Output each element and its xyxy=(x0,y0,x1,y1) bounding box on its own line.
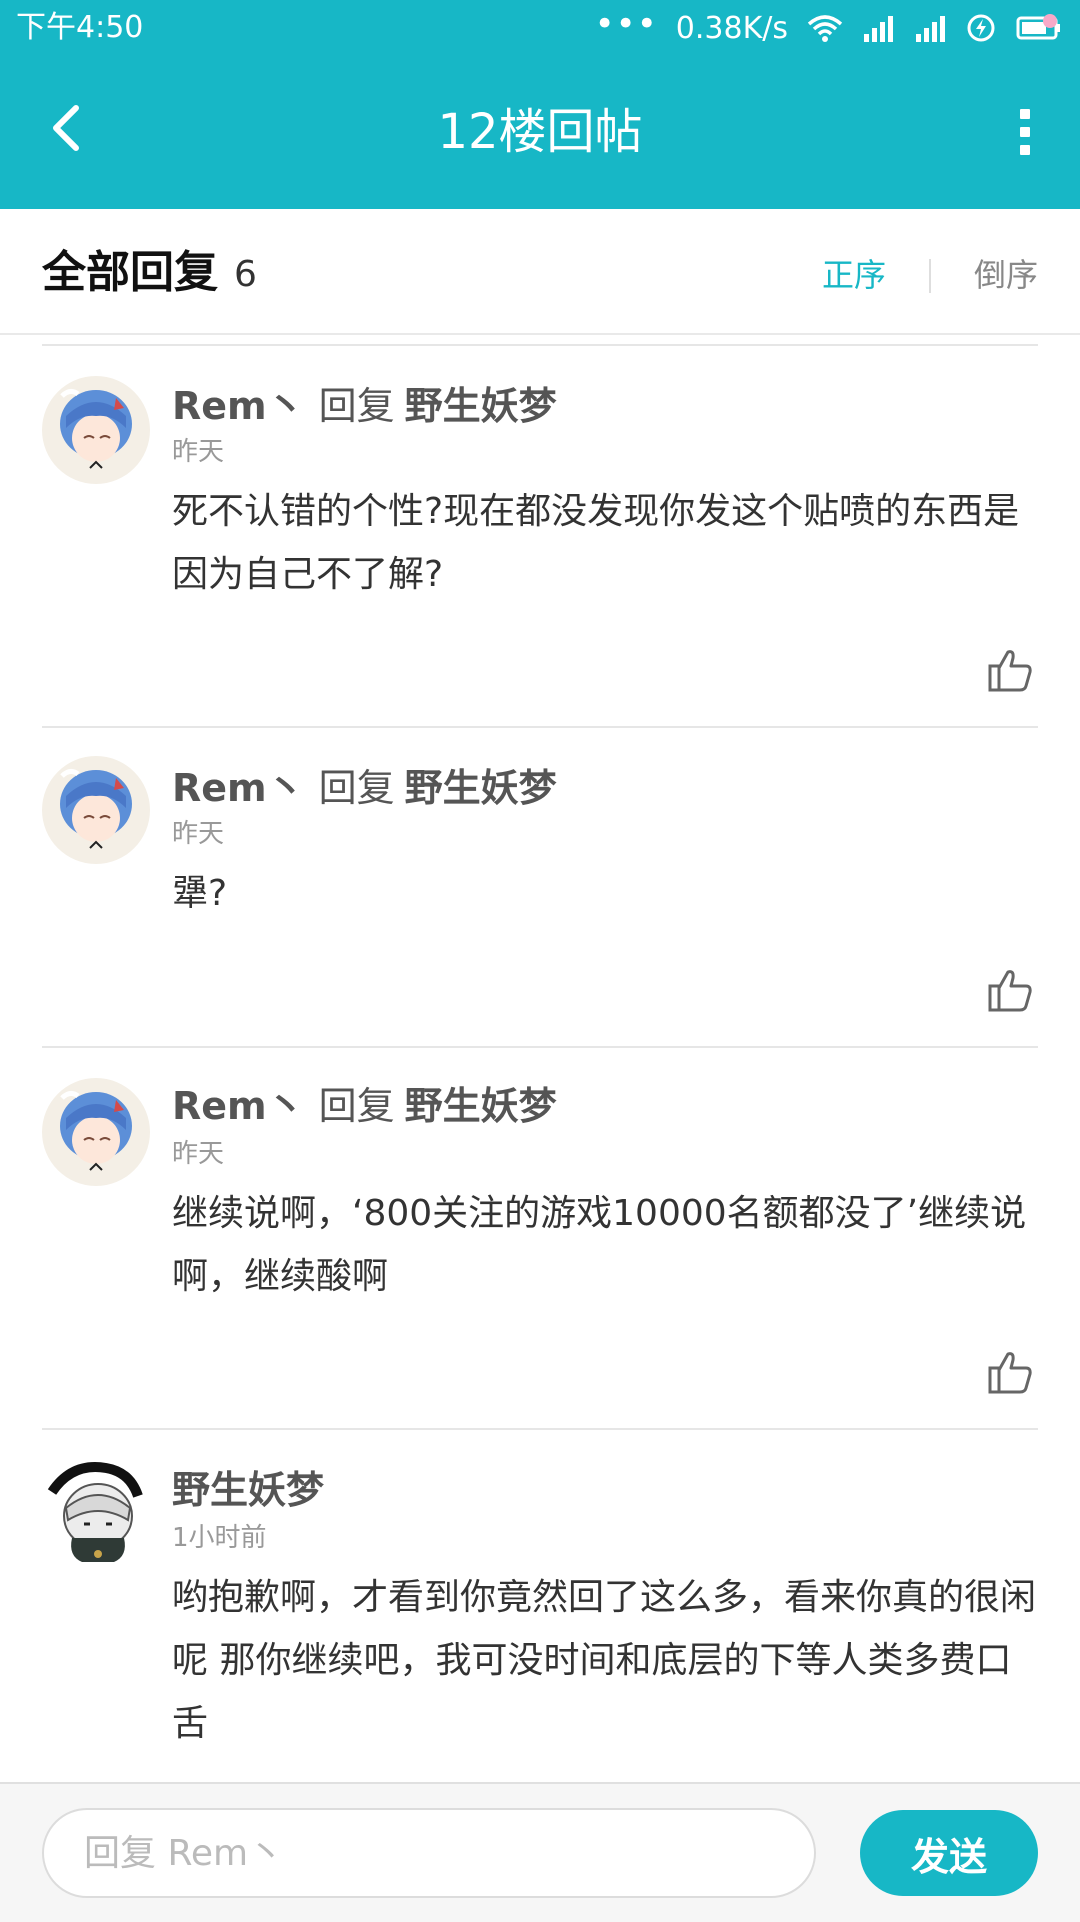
page-title: 12楼回帖 xyxy=(437,104,643,160)
reply-input[interactable] xyxy=(42,1808,816,1898)
status-bar: 下午4:50 ••• 0.38K/s xyxy=(0,0,1080,56)
reply-text: 哟抱歉啊，才看到你竟然回了这么多，看来你真的很闲呢 那你继续吧，我可没时间和底层… xyxy=(172,1577,1037,1744)
reply-time: 昨天 xyxy=(172,1139,225,1169)
reply-word: 回复 xyxy=(318,384,395,428)
author-name[interactable]: 野生妖梦 xyxy=(172,1468,324,1512)
thumbs-up-icon xyxy=(988,970,1032,1012)
reply-time: 1小时前 xyxy=(172,1523,267,1553)
reply-text: 犟? xyxy=(172,873,228,914)
reply-word: 回复 xyxy=(318,766,395,810)
sort-divider xyxy=(929,259,931,293)
like-button[interactable] xyxy=(986,646,1034,694)
divider xyxy=(42,1428,1038,1430)
avatar[interactable] xyxy=(42,1078,150,1186)
reply-time: 昨天 xyxy=(172,819,225,849)
reply-header: Rem丶 回复 野生妖梦 xyxy=(172,1080,557,1132)
reply-header: 野生妖梦 xyxy=(172,1464,324,1516)
reply-target-name[interactable]: 野生妖梦 xyxy=(405,384,557,428)
status-time: 下午4:50 xyxy=(16,10,144,45)
author-name[interactable]: Rem丶 xyxy=(172,1084,305,1128)
replies-header: 全部回复 6 正序 倒序 xyxy=(0,209,1080,335)
sort-ascending-tab[interactable]: 正序 xyxy=(822,251,886,299)
reply-header: Rem丶 回复 野生妖梦 xyxy=(172,762,557,814)
reply-word: 回复 xyxy=(318,1084,395,1128)
reply-header: Rem丶 回复 野生妖梦 xyxy=(172,380,557,432)
avatar[interactable] xyxy=(42,756,150,864)
reply-composer: 发送 xyxy=(0,1782,1080,1922)
charging-icon xyxy=(966,13,996,43)
divider xyxy=(42,344,1038,346)
reply-text: 死不认错的个性?现在都没发现你发这个贴喷的东西是因为自己不了解? xyxy=(172,491,1020,595)
more-vertical-icon xyxy=(1020,109,1030,119)
wifi-icon xyxy=(806,13,844,43)
battery-icon xyxy=(1014,13,1062,43)
author-name[interactable]: Rem丶 xyxy=(172,384,305,428)
signal-2-icon xyxy=(914,14,948,42)
toolbar: 12楼回帖 xyxy=(0,56,1080,209)
thumbs-up-icon xyxy=(988,1352,1032,1394)
status-icons: ••• 0.38K/s xyxy=(594,4,1062,48)
reply-text: 继续说啊，‘800关注的游戏10000名额都没了’继续说啊，继续酸啊 xyxy=(172,1193,1027,1297)
send-button[interactable]: 发送 xyxy=(860,1810,1038,1896)
author-name[interactable]: Rem丶 xyxy=(172,766,305,810)
replies-count: 6 xyxy=(234,254,257,295)
more-button[interactable] xyxy=(1010,102,1040,162)
avatar[interactable] xyxy=(42,1458,150,1566)
avatar[interactable] xyxy=(42,376,150,484)
reply-target-name[interactable]: 野生妖梦 xyxy=(405,1084,557,1128)
sort-descending-tab[interactable]: 倒序 xyxy=(974,251,1038,299)
reply-time: 昨天 xyxy=(172,437,225,467)
notification-dots-icon: ••• xyxy=(594,4,658,44)
divider xyxy=(42,726,1038,728)
replies-title: 全部回复 xyxy=(42,247,218,298)
like-button[interactable] xyxy=(986,1348,1034,1396)
network-speed: 0.38K/s xyxy=(675,10,788,46)
divider xyxy=(42,1046,1038,1048)
like-button[interactable] xyxy=(986,966,1034,1014)
reply-target-name[interactable]: 野生妖梦 xyxy=(405,766,557,810)
signal-1-icon xyxy=(862,14,896,42)
thumbs-up-icon xyxy=(988,650,1032,692)
